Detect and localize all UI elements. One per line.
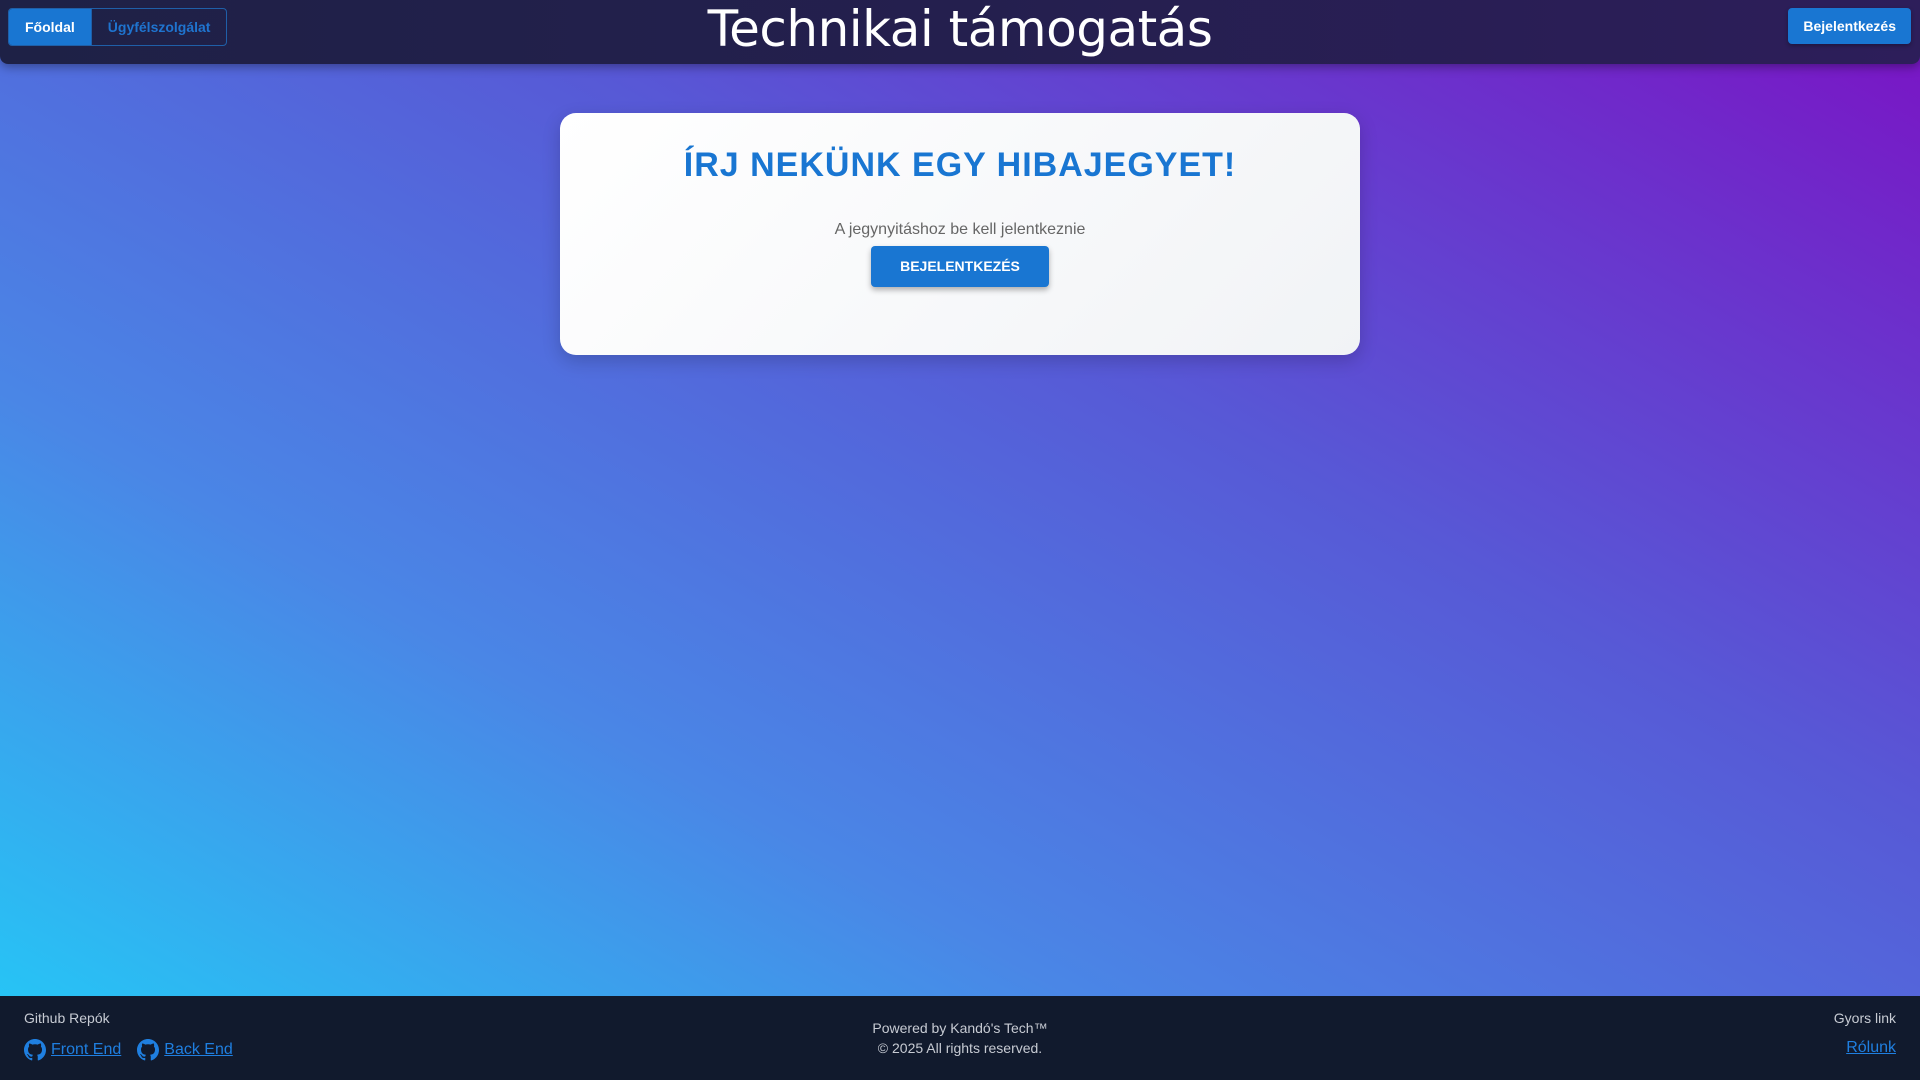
copyright-text: © 2025 All rights reserved. <box>877 1040 1043 1056</box>
site-title: Technikai támogatás <box>707 0 1213 58</box>
card-login-button[interactable]: BEJELENTKEZÉS <box>871 246 1049 287</box>
footer-quick-links: Gyors link Rólunk <box>1834 1010 1896 1057</box>
header-login-button[interactable]: Bejelentkezés <box>1788 8 1911 44</box>
about-us-link[interactable]: Rólunk <box>1846 1039 1896 1057</box>
powered-by-text: Powered by Kandó's Tech™ <box>872 1020 1048 1036</box>
login-required-message: A jegynyitáshoz be kell jelentkeznie <box>834 221 1086 238</box>
footer: Github Repók Front End Back End Powered … <box>0 996 1920 1080</box>
footer-credits: Powered by Kandó's Tech™ © 2025 All righ… <box>0 1018 1920 1058</box>
top-navbar: Főoldal Ügyfélszolgálat Technikai támoga… <box>0 0 1920 64</box>
ticket-card-title: ÍRJ NEKÜNK EGY HIBAJEGYET! <box>683 146 1237 184</box>
ticket-card: ÍRJ NEKÜNK EGY HIBAJEGYET! A jegynyitásh… <box>560 113 1360 355</box>
nav-customer-service-button[interactable]: Ügyfélszolgálat <box>90 9 227 45</box>
nav-home-button[interactable]: Főoldal <box>9 9 91 45</box>
nav-button-group: Főoldal Ügyfélszolgálat <box>8 8 228 46</box>
quick-links-heading: Gyors link <box>1833 1010 1896 1026</box>
